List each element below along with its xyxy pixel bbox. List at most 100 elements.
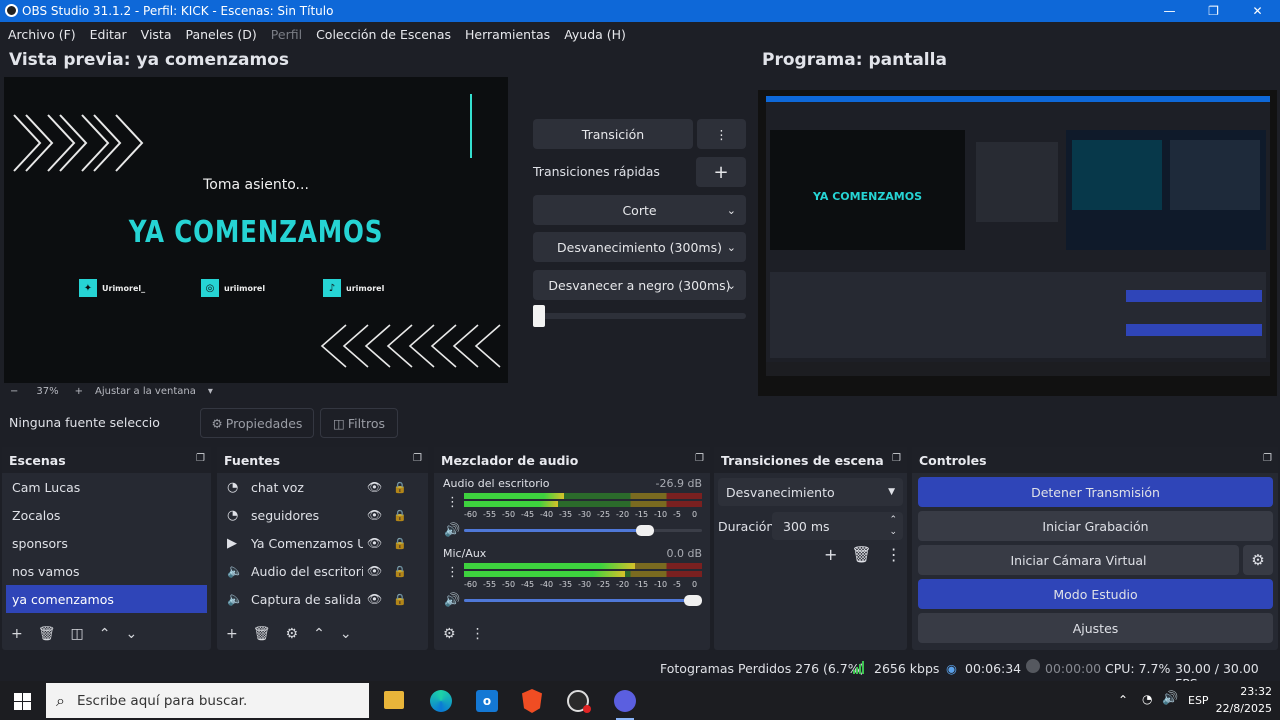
menu-vista[interactable]: Vista xyxy=(141,27,172,42)
eye-icon[interactable]: 👁 xyxy=(367,480,382,494)
source-item[interactable]: ◔ seguidores 👁 🔒 xyxy=(221,501,424,529)
maximize-button[interactable]: ❐ xyxy=(1191,0,1236,22)
properties-button[interactable]: ⚙ Propiedades xyxy=(200,408,314,438)
zoom-in-button[interactable]: + xyxy=(75,386,83,397)
source-item[interactable]: 🔈 Audio del escritorio 👁 🔒 xyxy=(221,557,424,585)
file-explorer-icon[interactable] xyxy=(384,691,404,709)
undock-icon[interactable]: ❐ xyxy=(892,453,901,464)
duration-spinbox[interactable]: 300 ms ⌃ ⌄ xyxy=(772,512,903,540)
stop-stream-button[interactable]: Detener Transmisión xyxy=(918,477,1273,507)
preview-canvas[interactable]: Toma asiento... YA COMENZAMOS ✦ Urimorel… xyxy=(4,77,508,383)
scene-item[interactable]: nos vamos xyxy=(6,557,207,585)
menu-ayuda[interactable]: Ayuda (H) xyxy=(564,27,626,42)
add-source-icon[interactable]: + xyxy=(226,626,238,642)
fit-window-button[interactable]: Ajustar a la ventana xyxy=(95,386,196,397)
source-item[interactable]: ▶ Ya Comenzamos Uri 👁 🔒 xyxy=(221,529,424,557)
more-icon[interactable]: ⋮ xyxy=(446,495,459,510)
transition-select[interactable]: Desvanecimiento ▼ xyxy=(718,478,903,506)
brave-icon[interactable] xyxy=(522,689,542,713)
add-scene-icon[interactable]: + xyxy=(11,626,23,642)
lock-icon[interactable]: 🔒 xyxy=(393,537,407,550)
minimize-button[interactable]: — xyxy=(1147,0,1192,22)
program-canvas[interactable]: YA COMENZAMOS xyxy=(758,90,1277,396)
discord-icon[interactable] xyxy=(614,690,636,712)
move-up-icon[interactable]: ⌃ xyxy=(99,626,111,642)
scene-item[interactable]: Cam Lucas xyxy=(6,473,207,501)
lock-icon[interactable]: 🔒 xyxy=(393,481,407,494)
move-down-icon[interactable]: ⌄ xyxy=(125,626,137,642)
outlook-icon[interactable]: o xyxy=(476,690,498,712)
clock-time[interactable]: 23:32 xyxy=(1222,685,1272,698)
zoom-level: 37% xyxy=(36,385,59,397)
start-virtual-camera-button[interactable]: Iniciar Cámara Virtual xyxy=(918,545,1239,575)
more-icon[interactable]: ⋮ xyxy=(446,565,459,580)
spin-arrows-icon[interactable]: ⌃ ⌄ xyxy=(889,514,897,538)
speaker-icon[interactable]: 🔊 xyxy=(444,523,460,538)
virtual-camera-settings-button[interactable]: ⚙ xyxy=(1243,545,1273,575)
quick-transition-fade[interactable]: Desvanecimiento (300ms) ⌄ xyxy=(533,232,746,262)
zoom-out-button[interactable]: − xyxy=(10,386,18,397)
tbar-slider-track[interactable] xyxy=(533,313,746,319)
eye-icon[interactable]: 👁 xyxy=(367,564,382,578)
meter-tick-label: -55 xyxy=(483,510,497,519)
move-down-icon[interactable]: ⌄ xyxy=(340,626,352,642)
more-icon[interactable]: ⋮ xyxy=(886,545,902,564)
edge-icon[interactable] xyxy=(430,690,452,712)
close-button[interactable]: ✕ xyxy=(1235,0,1280,22)
lock-icon[interactable]: 🔒 xyxy=(393,509,407,522)
menu-coleccion[interactable]: Colección de Escenas xyxy=(316,27,451,42)
remove-source-icon[interactable]: 🗑 xyxy=(253,626,271,642)
menu-perfil[interactable]: Perfil xyxy=(271,27,302,42)
language-indicator[interactable]: ESP xyxy=(1188,694,1209,707)
scene-item[interactable]: sponsors xyxy=(6,529,207,557)
wifi-icon[interactable]: ◔ xyxy=(1142,692,1152,706)
add-transition-icon[interactable]: + xyxy=(824,545,837,564)
volume-slider-handle[interactable] xyxy=(684,595,702,606)
start-recording-button[interactable]: Iniciar Grabación xyxy=(918,511,1273,541)
remove-transition-icon[interactable]: 🗑 xyxy=(851,545,871,564)
tbar-slider-handle[interactable] xyxy=(533,305,545,327)
source-item[interactable]: 🔈 Captura de salida de 👁 🔒 xyxy=(221,585,424,613)
undock-icon[interactable]: ❐ xyxy=(695,453,704,464)
remove-scene-icon[interactable]: 🗑 xyxy=(38,626,56,642)
tray-chevron-icon[interactable]: ⌃ xyxy=(1118,693,1128,707)
fit-dropdown-icon[interactable]: ▾ xyxy=(208,386,213,397)
lock-icon[interactable]: 🔒 xyxy=(393,565,407,578)
scene-item[interactable]: Zocalos xyxy=(6,501,207,529)
studio-mode-button[interactable]: Modo Estudio xyxy=(918,579,1273,609)
eye-icon[interactable]: 👁 xyxy=(367,592,382,606)
source-settings-icon[interactable]: ⚙ xyxy=(286,626,299,642)
scene-item-selected[interactable]: ya comenzamos xyxy=(6,585,207,613)
mixer-settings-icon[interactable]: ⚙ xyxy=(443,626,456,642)
lock-icon[interactable]: 🔒 xyxy=(393,593,407,606)
undock-icon[interactable]: ❐ xyxy=(413,453,422,464)
mixer-toolbar: ⚙ ⋮ xyxy=(434,622,491,646)
speaker-icon[interactable]: 🔊 xyxy=(444,593,460,608)
duration-value: 300 ms xyxy=(783,518,830,534)
eye-icon[interactable]: 👁 xyxy=(367,536,382,550)
settings-button[interactable]: Ajustes xyxy=(918,613,1273,643)
clock-date[interactable]: 22/8/2025 xyxy=(1212,702,1272,715)
tiktok-icon: ♪ xyxy=(323,279,341,297)
filters-button[interactable]: ◫ Filtros xyxy=(320,408,398,438)
undock-icon[interactable]: ❐ xyxy=(196,453,205,464)
undock-icon[interactable]: ❐ xyxy=(1263,453,1272,464)
transition-more-button[interactable]: ⋮ xyxy=(697,119,746,149)
quick-transition-corte[interactable]: Corte ⌄ xyxy=(533,195,746,225)
menu-archivo[interactable]: Archivo (F) xyxy=(8,27,76,42)
more-icon[interactable]: ⋮ xyxy=(471,626,485,642)
volume-slider-handle[interactable] xyxy=(636,525,655,536)
quick-transition-fade-black[interactable]: Desvanecer a negro (300ms) ⌄ xyxy=(533,270,746,300)
volume-icon[interactable]: 🔊 xyxy=(1162,691,1178,706)
source-item[interactable]: ◔ chat voz 👁 🔒 xyxy=(221,473,424,501)
move-up-icon[interactable]: ⌃ xyxy=(313,626,325,642)
windows-start-icon[interactable] xyxy=(14,693,31,710)
scene-filters-icon[interactable]: ◫ xyxy=(71,626,84,642)
eye-icon[interactable]: 👁 xyxy=(367,508,382,522)
transition-button[interactable]: Transición xyxy=(533,119,693,149)
add-quick-transition-button[interactable]: + xyxy=(696,157,746,187)
menu-editar[interactable]: Editar xyxy=(90,27,127,42)
menu-herramientas[interactable]: Herramientas xyxy=(465,27,550,42)
menu-paneles[interactable]: Paneles (D) xyxy=(186,27,257,42)
taskbar-search-box[interactable]: ⌕ Escribe aquí para buscar. xyxy=(46,683,369,718)
